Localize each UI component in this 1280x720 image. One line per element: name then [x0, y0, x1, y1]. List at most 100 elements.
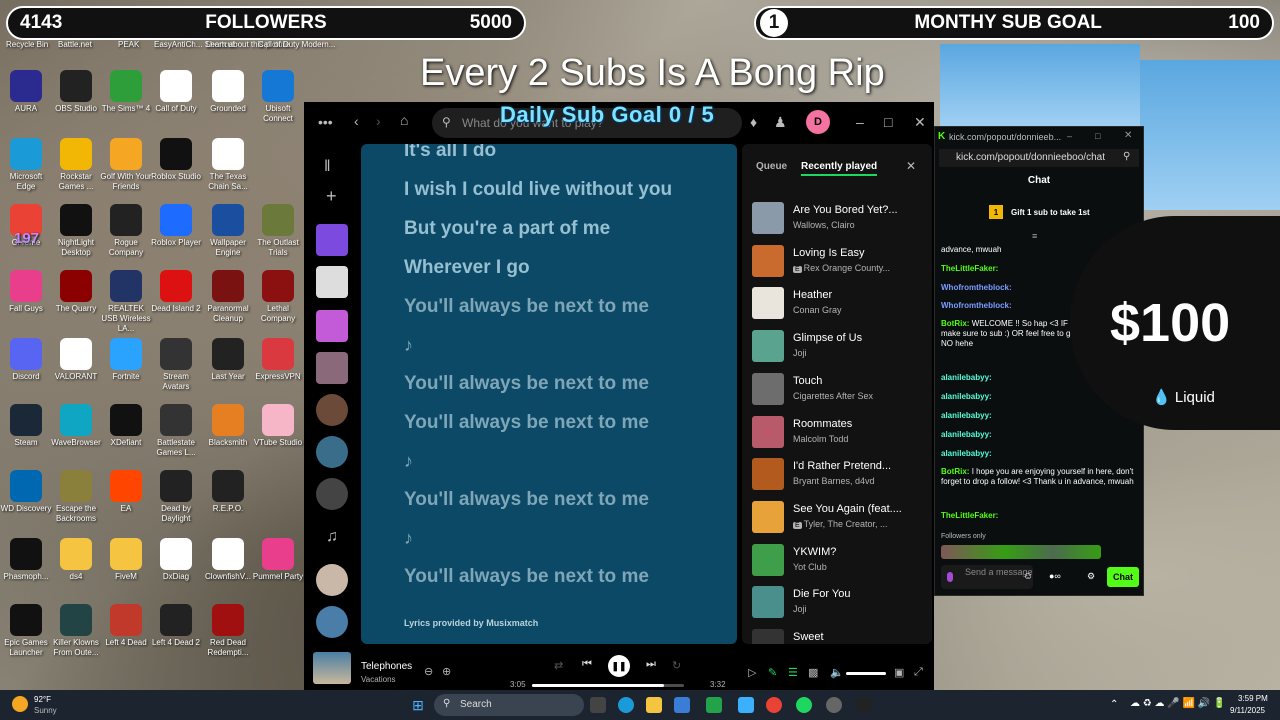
chat-message[interactable]: alanilebabyy: — [941, 449, 1139, 459]
devices-icon[interactable]: ▩ — [808, 666, 818, 679]
playlist-thumb[interactable] — [316, 352, 348, 384]
desktop-icon[interactable]: DxDiag — [150, 538, 202, 582]
tray-icons[interactable]: ☁ ♻ ☁ 🎤 📶 🔊 🔋 — [1130, 698, 1225, 709]
desktop-icon[interactable]: Phasmoph... — [0, 538, 52, 582]
repeat-icon[interactable]: ↻ — [672, 659, 681, 672]
desktop-icon[interactable]: Golf With Your Friends — [100, 138, 152, 192]
playlist-thumb[interactable] — [316, 266, 348, 298]
tab-recently-played[interactable]: Recently played — [801, 161, 878, 176]
desktop-icon[interactable]: Wallpaper Engine — [202, 204, 254, 258]
desktop-icon[interactable]: VALORANT — [50, 338, 102, 382]
desktop-icon[interactable]: ExpressVPN — [252, 338, 304, 382]
artist-thumb[interactable] — [316, 478, 348, 510]
chat-username[interactable]: alanilebabyy: — [941, 373, 992, 382]
chat-username[interactable]: alanilebabyy: — [941, 392, 992, 401]
settings-icon[interactable] — [826, 697, 842, 713]
lyric-line[interactable]: I wish I could live without you — [404, 179, 672, 201]
desktop-icon[interactable]: Lethal Company — [252, 270, 304, 324]
playlist-thumb[interactable] — [316, 310, 348, 342]
desktop-icon[interactable]: Stream Avatars — [150, 338, 202, 392]
chat-username[interactable]: TheLittleFaker: — [941, 264, 998, 273]
store-icon[interactable] — [674, 697, 690, 713]
recent-track[interactable]: Sweet — [752, 629, 922, 644]
chat-username[interactable]: Whofromtheblock: — [941, 301, 1012, 310]
volume-slider[interactable] — [846, 672, 886, 675]
desktop-icon[interactable]: EA — [100, 470, 152, 514]
minimize-icon[interactable]: – — [856, 114, 864, 130]
chat-message[interactable]: TheLittleFaker: — [941, 511, 1139, 521]
lyric-line[interactable]: ♪ — [404, 335, 413, 356]
chat-username[interactable]: alanilebabyy: — [941, 449, 992, 458]
emote-row[interactable] — [941, 545, 1101, 559]
desktop-icon[interactable]: OBS Studio — [50, 70, 102, 114]
desktop-icon[interactable]: Rogue Company — [100, 204, 152, 258]
music-note-icon[interactable]: ♫ — [326, 528, 338, 546]
desktop-icon[interactable]: Red Dead Redempti... — [202, 604, 254, 658]
weather-icon[interactable] — [12, 696, 28, 712]
start-icon[interactable]: ⊞ — [410, 697, 426, 713]
recent-track[interactable]: Are You Bored Yet?... Wallows, Clairo — [752, 202, 922, 238]
desktop-icon[interactable]: AURA — [0, 70, 52, 114]
now-playing-title[interactable]: Telephones — [361, 661, 412, 672]
edge-icon[interactable] — [618, 697, 634, 713]
now-playing-artist[interactable]: Vacations — [361, 675, 396, 684]
now-playing-art[interactable] — [313, 652, 351, 684]
recent-track[interactable]: See You Again (feat.... E Tyler, The Creat… — [752, 500, 922, 537]
add-icon[interactable]: + — [326, 186, 337, 207]
chat-username[interactable]: BotRix: — [941, 467, 969, 476]
library-icon[interactable]: ‖ — [324, 158, 331, 176]
more-menu-icon[interactable]: ••• — [318, 114, 333, 130]
lyric-line[interactable]: But you're a part of me — [404, 218, 610, 240]
emoji-icon[interactable]: ☺ — [1023, 571, 1033, 582]
add-to-playlist-icon[interactable]: ⊕ — [442, 665, 451, 678]
taskbar-date[interactable]: 9/11/2025 — [1230, 706, 1265, 715]
close-icon[interactable]: ✕ — [1124, 130, 1132, 141]
minimize-icon[interactable]: – — [1067, 131, 1072, 141]
artist-thumb[interactable] — [316, 564, 348, 596]
chat-username[interactable]: alanilebabyy: — [941, 411, 992, 420]
desktop-icon[interactable]: Roblox Studio — [150, 138, 202, 182]
desktop-icon[interactable]: ClownfishV... — [202, 538, 254, 582]
chat-username[interactable]: BotRix: — [941, 319, 969, 328]
next-icon[interactable]: ⏭ — [646, 658, 656, 671]
desktop-icon[interactable]: Steam — [0, 404, 52, 448]
artist-thumb[interactable] — [316, 436, 348, 468]
mic-icon[interactable] — [947, 572, 953, 582]
taskbar-search[interactable]: ⚲ Search — [434, 694, 584, 716]
desktop-icon[interactable]: Microsoft Edge — [0, 138, 52, 192]
send-message-input[interactable]: Send a message — [941, 565, 1033, 589]
desktop-icon[interactable]: Dead Island 2 — [150, 270, 202, 314]
desktop-icon[interactable]: Escape the Backrooms — [50, 470, 102, 524]
weather-desc[interactable]: Sunny — [34, 706, 57, 715]
queue-icon[interactable]: ☰ — [788, 666, 798, 679]
lyric-line[interactable]: It's all I do — [404, 144, 496, 162]
desktop-icon[interactable]: XDefiant — [100, 404, 152, 448]
lyric-line[interactable]: ♪ — [404, 528, 413, 549]
chat-message[interactable]: BotRix: I hope you are enjoying yourself… — [941, 467, 1139, 487]
lyric-line[interactable]: You'll always be next to me — [404, 412, 649, 434]
maximize-icon[interactable]: □ — [1095, 131, 1100, 141]
chrome-icon[interactable] — [766, 697, 782, 713]
send-chat-button[interactable]: Chat — [1107, 567, 1139, 587]
task-view-icon[interactable] — [590, 697, 606, 713]
recent-track[interactable]: YKWIM? Yot Club — [752, 543, 922, 580]
shuffle-icon[interactable]: ⇄ — [554, 659, 563, 672]
recent-track[interactable]: Loving Is Easy E Rex Orange County... — [752, 244, 922, 281]
avatar[interactable]: D — [806, 110, 830, 134]
desktop-label[interactable]: Call of Duty Modern... — [258, 40, 335, 49]
recent-track[interactable]: I'd Rather Pretend... Bryant Barnes, d4vd — [752, 458, 922, 494]
desktop-icon[interactable]: Ubisoft Connect — [252, 70, 304, 124]
chat-username[interactable]: TheLittleFaker: — [941, 511, 998, 520]
chat-username[interactable]: Whofromtheblock: — [941, 283, 1012, 292]
now-playing-view-icon[interactable]: ▷ — [748, 666, 756, 679]
lyrics-icon[interactable]: ✎ — [768, 666, 777, 679]
desktop-icon[interactable]: The Sims™ 4 — [100, 70, 152, 114]
desktop-icon[interactable]: NightLight Desktop — [50, 204, 102, 258]
search-icon[interactable]: ⚲ — [1123, 151, 1130, 162]
desktop-icon[interactable]: WD Discovery — [0, 470, 52, 514]
desktop-icon[interactable]: R.E.P.O. — [202, 470, 254, 514]
previous-icon[interactable]: ⏮ — [582, 658, 592, 671]
desktop-icon[interactable]: Blacksmith — [202, 404, 254, 448]
desktop-icon[interactable]: Killer Klowns From Oute... — [50, 604, 102, 658]
desktop-icon[interactable]: Rockstar Games ... — [50, 138, 102, 192]
